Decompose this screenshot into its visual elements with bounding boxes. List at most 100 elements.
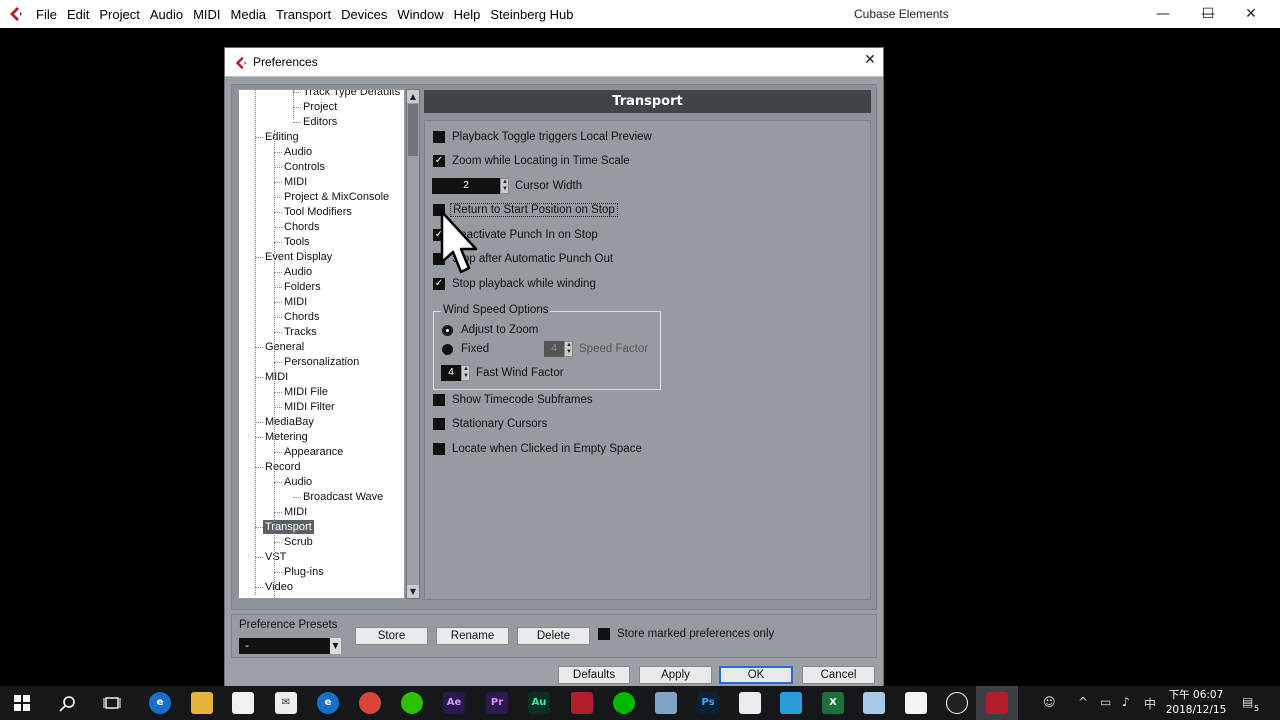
scroll-thumb[interactable]: [408, 104, 418, 156]
cursor-width-field[interactable]: 2: [432, 178, 500, 194]
premiere-icon[interactable]: Pr: [486, 692, 508, 714]
fast-wind-stepper[interactable]: [461, 365, 470, 381]
cubase-active-icon[interactable]: [986, 692, 1008, 714]
store-button[interactable]: Store: [355, 627, 428, 645]
tree-item[interactable]: Chords: [284, 220, 319, 234]
tree-item[interactable]: Controls: [284, 160, 325, 174]
option-zoom-locating[interactable]: Zoom while Locating in Time Scale: [433, 153, 630, 169]
menu-media[interactable]: Media: [231, 7, 266, 22]
excel-icon[interactable]: X: [822, 692, 844, 714]
close-icon[interactable]: ✕: [861, 52, 879, 72]
search-icon[interactable]: [59, 695, 77, 713]
app-icon[interactable]: [739, 692, 761, 714]
tree-item[interactable]: MIDI: [284, 295, 307, 309]
tree-item[interactable]: Tool Modifiers: [284, 205, 352, 219]
cubase-taskbar-icon[interactable]: [571, 692, 593, 714]
tree-item[interactable]: Plug-ins: [284, 565, 324, 579]
notification-icon[interactable]: ▤: [1242, 695, 1253, 709]
menu-file[interactable]: File: [36, 7, 57, 22]
tree-scrollbar[interactable]: ▲ ▼: [406, 89, 420, 599]
presets-dropdown[interactable]: - ▼: [239, 638, 341, 654]
tree-item[interactable]: MediaBay: [265, 415, 314, 429]
tree-item[interactable]: Project: [303, 100, 337, 114]
photoshop-icon[interactable]: Ps: [697, 692, 719, 714]
audition-icon[interactable]: Au: [528, 692, 550, 714]
menu-project[interactable]: Project: [99, 7, 139, 22]
option-playback-toggle[interactable]: Playback Toggle triggers Local Preview: [433, 129, 652, 145]
defaults-button[interactable]: Defaults: [558, 666, 630, 684]
rename-button[interactable]: Rename: [436, 627, 509, 645]
tree-item[interactable]: MIDI: [284, 505, 307, 519]
checkbox[interactable]: [433, 278, 445, 290]
tree-item[interactable]: Editors: [303, 115, 337, 129]
tree-item[interactable]: MIDI File: [284, 385, 328, 399]
menu-edit[interactable]: Edit: [67, 7, 89, 22]
app-icon[interactable]: [863, 692, 885, 714]
tree-item[interactable]: Transport: [263, 520, 314, 534]
radio-fixed[interactable]: Fixed: [442, 341, 489, 357]
wechat-icon[interactable]: [401, 692, 423, 714]
telegram-icon[interactable]: [780, 692, 802, 714]
tree-item[interactable]: Tracks: [284, 325, 317, 339]
checkbox[interactable]: [433, 418, 445, 430]
menu-transport[interactable]: Transport: [276, 7, 331, 22]
windows-start-icon[interactable]: [14, 695, 30, 711]
tree-item[interactable]: General: [265, 340, 304, 354]
tree-item[interactable]: Appearance: [284, 445, 343, 459]
tree-item[interactable]: Project & MixConsole: [284, 190, 389, 204]
checkbox[interactable]: [433, 155, 445, 167]
cursor-width-stepper[interactable]: [500, 178, 509, 194]
checkbox[interactable]: [433, 131, 445, 143]
menu-midi[interactable]: MIDI: [193, 7, 220, 22]
radio-button[interactable]: [442, 324, 453, 336]
close-app-button[interactable]: ✕: [1228, 0, 1274, 28]
minimize-button-2[interactable]: —: [1140, 0, 1186, 28]
file-explorer-icon[interactable]: [191, 692, 213, 714]
menu-window[interactable]: Window: [397, 7, 443, 22]
tree-item[interactable]: Chords: [284, 310, 319, 324]
chrome-icon[interactable]: [359, 692, 381, 714]
system-clock[interactable]: 下午 06:07 2018/12/15: [1158, 688, 1234, 718]
store-icon[interactable]: [232, 692, 254, 714]
edge-icon[interactable]: e: [149, 692, 171, 714]
ok-button[interactable]: OK: [719, 666, 793, 684]
option-stationary-cursors[interactable]: Stationary Cursors: [433, 416, 547, 432]
menu-help[interactable]: Help: [454, 7, 481, 22]
people-icon[interactable]: ☺: [1043, 695, 1056, 709]
tree-item[interactable]: Track Type Defaults: [303, 90, 400, 99]
scroll-down-icon[interactable]: ▼: [407, 585, 419, 598]
menu-steinberg-hub[interactable]: Steinberg Hub: [490, 7, 573, 22]
menu-audio[interactable]: Audio: [150, 7, 183, 22]
tree-item[interactable]: Broadcast Wave: [303, 490, 383, 504]
task-view-icon[interactable]: [103, 695, 121, 713]
tree-item[interactable]: Audio: [284, 475, 312, 489]
tree-item[interactable]: Record: [265, 460, 300, 474]
chevron-up-icon[interactable]: ^: [1078, 695, 1088, 709]
maximize-button[interactable]: ☐: [1185, 0, 1231, 28]
tree-item[interactable]: MIDI Filter: [284, 400, 335, 414]
speed-factor-stepper[interactable]: [564, 341, 573, 357]
tree-item[interactable]: Video: [265, 580, 293, 594]
app-icon[interactable]: [655, 692, 677, 714]
checkbox[interactable]: [598, 628, 610, 640]
apply-button[interactable]: Apply: [639, 666, 712, 684]
tree-item[interactable]: MIDI: [265, 370, 288, 384]
tree-item[interactable]: Tools: [284, 235, 310, 249]
fast-wind-field[interactable]: 4: [441, 365, 461, 381]
tree-item[interactable]: Audio: [284, 265, 312, 279]
cancel-button[interactable]: Cancel: [802, 666, 875, 684]
line-icon[interactable]: [613, 692, 635, 714]
scroll-up-icon[interactable]: ▲: [407, 90, 419, 103]
radio-button[interactable]: [442, 343, 453, 355]
radio-adjust-zoom[interactable]: Adjust to Zoom: [442, 322, 538, 338]
tree-item[interactable]: Folders: [284, 280, 321, 294]
mail-icon[interactable]: ✉: [275, 692, 297, 714]
after-effects-icon[interactable]: Ae: [443, 692, 465, 714]
volume-icon[interactable]: ♪: [1122, 695, 1130, 709]
option-show-timecode[interactable]: Show Timecode Subframes: [433, 392, 593, 408]
tree-item[interactable]: Event Display: [265, 250, 332, 264]
tree-item[interactable]: Editing: [265, 130, 299, 144]
ime-indicator[interactable]: 中: [1144, 695, 1156, 712]
option-locate-empty[interactable]: Locate when Clicked in Empty Space: [433, 441, 642, 457]
speed-factor-field[interactable]: 4: [544, 341, 564, 357]
